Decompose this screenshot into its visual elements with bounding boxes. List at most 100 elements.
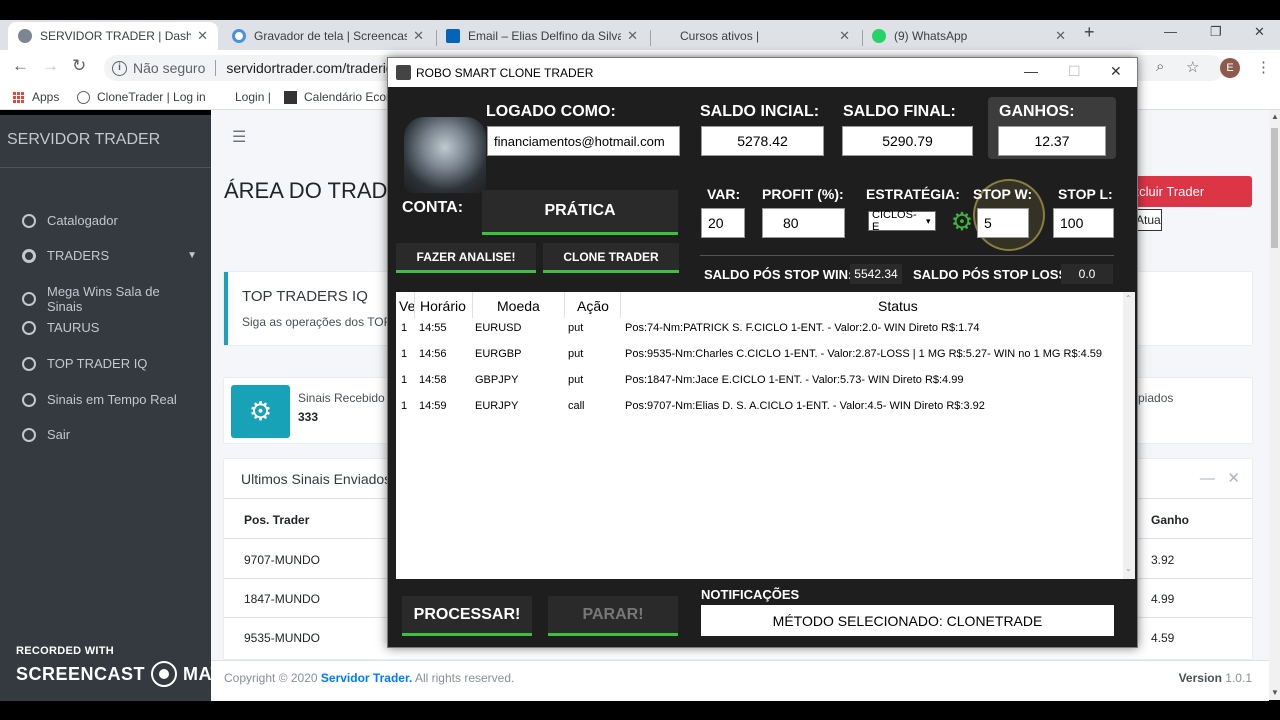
- table-cell-ganho: 4.59: [1151, 631, 1175, 645]
- back-arrow-icon[interactable]: ←: [12, 56, 29, 76]
- sidebar-item-top-trader-iq[interactable]: TOP TRADER IQ: [22, 356, 197, 371]
- close-icon[interactable]: ✕: [627, 28, 638, 44]
- scroll-up-icon[interactable]: ⌃: [1125, 294, 1132, 303]
- ganhos-label: GANHOS:: [999, 103, 1075, 120]
- forward-arrow-icon[interactable]: →: [42, 56, 59, 76]
- card-subtitle: Siga as operações dos TOF: [242, 315, 391, 329]
- bookmark-label: Apps: [32, 90, 60, 104]
- sidebar-item-traders[interactable]: TRADERS ▼: [22, 248, 197, 263]
- stop-loss-input[interactable]: 100: [1053, 208, 1114, 238]
- grid-cell-ve: 1: [401, 374, 408, 386]
- page-scrollbar[interactable]: ▲ ▼: [1269, 110, 1280, 700]
- close-icon[interactable]: ✕: [1110, 63, 1122, 80]
- tab-servidor-trader[interactable]: SERVIDOR TRADER | Dashboar ✕: [8, 22, 218, 50]
- tab-title: (9) WhatsApp: [894, 29, 968, 43]
- table-cell-pos: 1847-MUNDO: [244, 592, 321, 606]
- stop-win-input[interactable]: 5: [977, 208, 1029, 238]
- table-cell-ganho: 3.92: [1151, 553, 1175, 567]
- table-cell-ganho: 4.99: [1151, 592, 1175, 606]
- site-favicon-icon: [18, 29, 32, 43]
- tab-title: Email – Elias Delfino da Silva N: [468, 29, 622, 43]
- divider: [0, 167, 211, 168]
- close-icon[interactable]: ✕: [1227, 470, 1240, 487]
- divider: [700, 255, 1114, 256]
- sidebar-item-sair[interactable]: Sair: [22, 427, 197, 442]
- clone-trader-button[interactable]: CLONE TRADER: [543, 243, 679, 273]
- tab-title: Cursos ativos |: [680, 29, 760, 43]
- conta-select[interactable]: PRÁTICA: [482, 190, 678, 235]
- column-header-ve[interactable]: Ve: [399, 298, 415, 314]
- gear-icon[interactable]: ⚙: [949, 209, 975, 235]
- delete-trader-button[interactable]: Excluir Trader: [1132, 176, 1252, 207]
- close-icon[interactable]: ✕: [197, 28, 208, 44]
- tab-whatsapp[interactable]: (9) WhatsApp ✕: [862, 22, 1076, 50]
- column-header-status[interactable]: Status: [878, 298, 918, 314]
- column-header-moeda[interactable]: Moeda: [497, 298, 540, 314]
- brand-text[interactable]: SERVIDOR TRADER: [7, 131, 160, 149]
- search-icon[interactable]: ⌕: [1156, 58, 1164, 75]
- table-title: Ultimos Sinais Enviados: [241, 471, 392, 487]
- bookmark-login[interactable]: Login |: [235, 90, 271, 104]
- column-header-acao[interactable]: Ação: [577, 298, 609, 314]
- tab-cursos[interactable]: Cursos ativos | ✕: [660, 22, 860, 50]
- sidebar-item-label: Sair: [47, 427, 71, 442]
- operations-grid[interactable]: Ve Horário Moeda Ação Status 1 14:55 EUR…: [396, 292, 1135, 579]
- scrollbar-thumb[interactable]: [1271, 128, 1278, 248]
- bookmark-label: Login |: [235, 90, 271, 104]
- scroll-down-icon[interactable]: ⌄: [1125, 564, 1132, 573]
- scroll-up-icon[interactable]: ▲: [1271, 112, 1279, 121]
- reload-icon[interactable]: ↻: [72, 56, 86, 76]
- url-text[interactable]: servidortrader.com/traderiq.p: [226, 60, 405, 76]
- grid-scrollbar[interactable]: ⌃ ⌄: [1123, 292, 1135, 579]
- hamburger-menu-icon[interactable]: ☰: [232, 127, 246, 147]
- avatar[interactable]: E: [1220, 58, 1240, 78]
- var-input[interactable]: 20: [701, 208, 745, 238]
- sidebar-item-catalogador[interactable]: Catalogador: [22, 213, 197, 228]
- maximize-icon[interactable]: ☐: [1068, 63, 1081, 80]
- tab-screencast[interactable]: Gravador de tela | Screencast- ✕: [222, 22, 434, 50]
- bookmark-star-icon[interactable]: ☆: [1186, 58, 1199, 76]
- screencast-watermark: RECORDED WITH SCREENCASTMATIC: [16, 645, 241, 687]
- bookmark-calendario[interactable]: Calendário Econ: [284, 90, 393, 104]
- sidebar-item-sinais-tempo-real[interactable]: Sinais em Tempo Real: [22, 392, 197, 407]
- processar-button[interactable]: PROCESSAR!: [402, 596, 532, 636]
- ganhos-field[interactable]: 12.37: [998, 126, 1106, 156]
- close-icon[interactable]: ✕: [413, 28, 424, 44]
- robot-app-icon: [396, 65, 411, 80]
- column-header-horario[interactable]: Horário: [420, 298, 466, 314]
- info-icon[interactable]: i: [112, 60, 127, 76]
- saldo-inicial-field[interactable]: 5278.42: [701, 126, 824, 156]
- minimize-icon[interactable]: —: [1024, 63, 1038, 79]
- email-field[interactable]: financiamentos@hotmail.com: [487, 126, 680, 156]
- stop-loss-label: STOP L:: [1058, 186, 1113, 202]
- restore-window-button[interactable]: ❐: [1210, 24, 1222, 40]
- column-header-ganho: Ganho: [1151, 513, 1189, 527]
- estrategia-select[interactable]: CICLOS-E ▾: [868, 209, 936, 233]
- scroll-down-icon[interactable]: ▼: [1271, 688, 1279, 697]
- tab-separator: [650, 30, 651, 46]
- tab-email[interactable]: Email – Elias Delfino da Silva N ✕: [436, 22, 648, 50]
- close-window-button[interactable]: ✕: [1254, 24, 1265, 40]
- saldo-final-field[interactable]: 5290.79: [842, 126, 973, 156]
- more-menu-icon[interactable]: ⋮: [1256, 58, 1271, 76]
- grid-cell-horario: 14:58: [419, 374, 447, 386]
- parar-button[interactable]: PARAR!: [548, 596, 678, 636]
- fazer-analise-button[interactable]: FAZER ANALISE!: [396, 243, 536, 273]
- column-divider: [472, 292, 473, 318]
- footer-brand-link[interactable]: Servidor Trader.: [321, 671, 412, 685]
- saldo-final-label: SALDO FINAL:: [843, 103, 956, 120]
- bookmark-clonetrader[interactable]: CloneTrader | Log in: [77, 90, 206, 104]
- minimize-icon[interactable]: —: [1200, 470, 1215, 487]
- minimize-window-button[interactable]: —: [1164, 24, 1177, 39]
- saldo-pos-loss-value: 0.0: [1061, 264, 1113, 284]
- new-tab-button[interactable]: +: [1084, 22, 1095, 43]
- profit-label: PROFIT (%):: [762, 186, 844, 202]
- bookmark-apps[interactable]: Apps: [13, 90, 59, 104]
- sidebar-item-mega-wins[interactable]: Mega Wins Sala de Sinais: [22, 284, 197, 314]
- close-icon[interactable]: ✕: [1055, 28, 1066, 44]
- sidebar-item-label: Mega Wins Sala de Sinais: [47, 284, 160, 314]
- close-icon[interactable]: ✕: [839, 28, 850, 44]
- profit-input[interactable]: 80: [762, 208, 845, 238]
- estrategia-label: ESTRATÉGIA:: [866, 186, 960, 202]
- sidebar-item-taurus[interactable]: TAURUS: [22, 320, 197, 335]
